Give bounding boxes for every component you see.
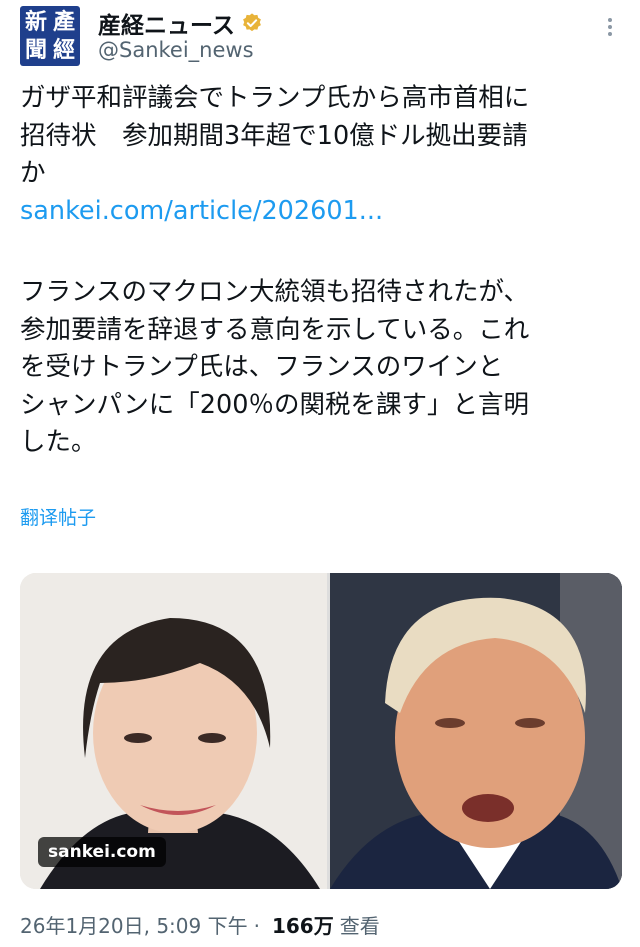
timestamp[interactable]: 26年1月20日, 5:09 下午 xyxy=(20,910,248,939)
post-header: 新 產 聞 經 産経ニュース @Sankei_news xyxy=(0,0,640,76)
translate-post-link[interactable]: 翻译帖子 xyxy=(20,503,96,530)
post-meta: 26年1月20日, 5:09 下午 · 166万 查看 xyxy=(20,910,380,939)
text-line: した。 xyxy=(20,427,97,457)
text-line: 参加要請を辞退する意向を示している。これ xyxy=(20,314,530,345)
post-text: ガザ平和評議会でトランプ氏から高市首相に 招待状 参加期間3年超で10億ドル拠出… xyxy=(20,80,620,462)
text-line: を受けトランプ氏は、フランスのワインと xyxy=(20,352,504,382)
text-line: 招待状 参加期間3年超で10億ドル拠出要請 xyxy=(20,120,528,151)
avatar-char: 聞 xyxy=(24,37,47,63)
display-name[interactable]: 産経ニュース xyxy=(98,6,235,40)
views-label: 查看 xyxy=(339,914,380,938)
verified-badge-icon[interactable] xyxy=(241,12,263,34)
account-avatar[interactable]: 新 產 聞 經 xyxy=(20,6,80,66)
avatar-char: 經 xyxy=(52,37,75,63)
source-badge: sankei.com xyxy=(38,837,166,867)
media-grid[interactable]: sankei.com xyxy=(20,573,622,889)
article-link[interactable]: sankei.com/article/202601... xyxy=(20,193,620,231)
meta-separator: · xyxy=(253,914,260,938)
text-line: フランスのマクロン大統領も招待されたが、 xyxy=(20,277,529,307)
more-options-icon[interactable] xyxy=(598,12,622,42)
avatar-char: 新 xyxy=(24,9,47,35)
avatar-char: 產 xyxy=(52,9,75,35)
name-row: 産経ニュース xyxy=(98,6,263,40)
text-line: か xyxy=(20,158,46,188)
views-count: 166万 xyxy=(271,914,334,938)
photo-man[interactable] xyxy=(330,573,622,889)
account-handle[interactable]: @Sankei_news xyxy=(98,38,254,62)
text-line: シャンパンに「200％の関税を課す」と言明 xyxy=(20,389,529,420)
text-line: ガザ平和評議会でトランプ氏から高市首相に xyxy=(20,83,530,113)
